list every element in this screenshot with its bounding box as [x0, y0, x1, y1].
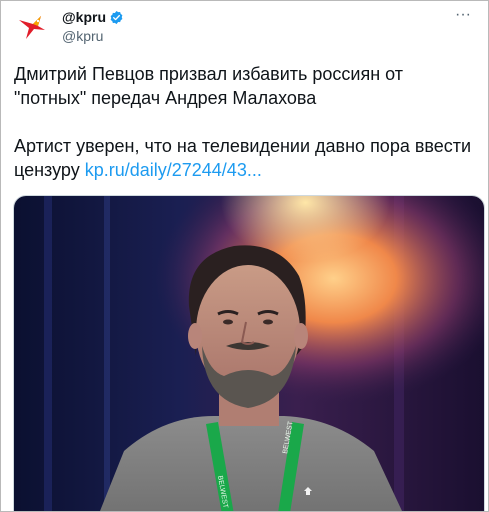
photo-image: BELWEST BELWEST [14, 196, 484, 511]
tweet-text: Дмитрий Певцов призвал избавить россиян … [14, 62, 474, 182]
kp-bird-logo-icon [14, 8, 50, 44]
author-display-name[interactable]: @kpru [62, 9, 124, 26]
tweet-paragraph-1: Дмитрий Певцов призвал избавить россиян … [14, 64, 403, 108]
more-options-button[interactable]: ··· [452, 6, 474, 26]
article-link[interactable]: kp.ru/daily/27244/43... [85, 160, 262, 180]
avatar[interactable] [14, 8, 50, 44]
author-handle[interactable]: @kpru [62, 27, 124, 45]
more-options-icon: ··· [455, 6, 471, 23]
display-name-text[interactable]: @kpru [62, 9, 106, 26]
verified-badge-icon [110, 10, 123, 25]
author-names: @kpru @kpru [62, 9, 124, 45]
tweet-header: @kpru @kpru ··· [14, 6, 476, 48]
tweet-card: @kpru @kpru ··· Дмитрий Певцов призвал и… [0, 0, 489, 512]
tweet-photo[interactable]: BELWEST BELWEST [13, 195, 485, 511]
tweet-paragraph-2: Артист уверен, что на телевидении давно … [14, 134, 474, 182]
